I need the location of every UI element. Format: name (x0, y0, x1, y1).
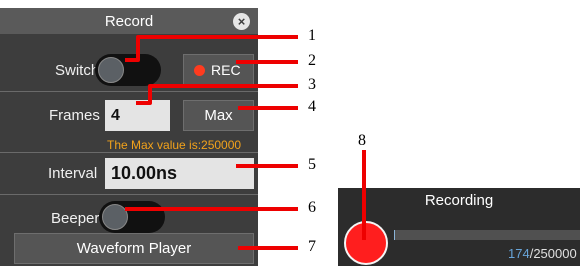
toggle-knob (102, 204, 128, 230)
callout-number-1: 1 (308, 27, 316, 44)
recorded-frame-count: 174/250000 (508, 246, 577, 261)
callout-number-5: 5 (308, 156, 316, 173)
callout-number-3: 3 (308, 76, 316, 93)
total-frame-count: /250000 (529, 246, 577, 261)
switch-label: Switch (55, 62, 100, 79)
callout-number-6: 6 (308, 199, 316, 216)
frames-label: Frames (49, 107, 100, 124)
record-panel-header: Record × (0, 8, 258, 34)
beeper-toggle[interactable] (99, 201, 165, 233)
interval-label: Interval (48, 165, 98, 182)
rec-button[interactable]: REC (183, 54, 254, 86)
callout-number-4: 4 (308, 98, 316, 115)
record-panel-title: Record (104, 13, 154, 30)
current-frame-count: 174 (508, 246, 530, 261)
waveform-player-button[interactable]: Waveform Player (14, 233, 254, 264)
recording-progress-bar (394, 230, 580, 240)
interval-input[interactable]: 10.00ns (105, 158, 254, 189)
recording-panel: Recording 174/250000 (338, 188, 580, 266)
max-value-hint: The Max value is:250000 (107, 138, 242, 152)
close-icon[interactable]: × (233, 13, 250, 30)
divider (0, 91, 258, 92)
record-switch-toggle[interactable] (95, 54, 161, 86)
progress-fill (394, 230, 395, 240)
frames-input[interactable]: 4 (105, 100, 170, 131)
stop-recording-button[interactable] (344, 221, 388, 265)
beeper-label: Beeper (51, 210, 100, 227)
toggle-knob (98, 57, 124, 83)
max-button[interactable]: Max (183, 100, 254, 131)
callout-number-2: 2 (308, 52, 316, 69)
rec-button-label: REC (211, 62, 241, 78)
callout-number-7: 7 (308, 238, 316, 255)
callout-number-8: 8 (358, 132, 366, 149)
record-panel: Record × Switch REC Frames 4 Max The Max… (0, 8, 258, 266)
recording-panel-title: Recording (424, 192, 494, 209)
rec-dot-icon (194, 65, 205, 76)
divider (0, 194, 258, 195)
divider (0, 152, 258, 153)
